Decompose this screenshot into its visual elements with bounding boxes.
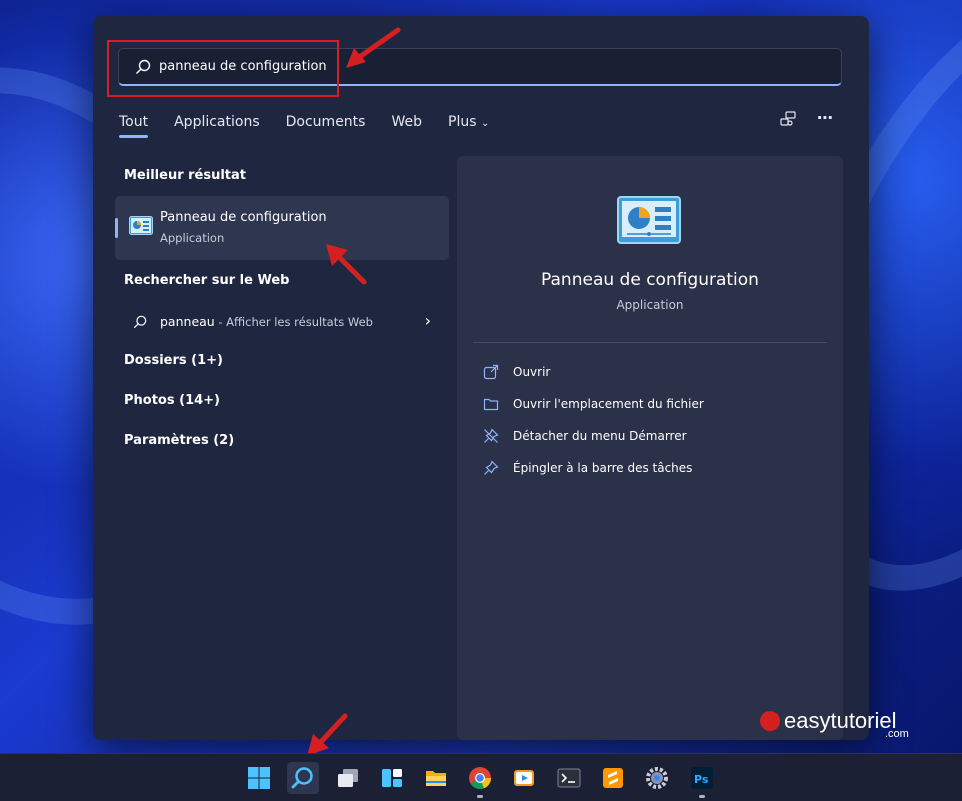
settings-button[interactable] [641,762,673,794]
file-explorer-icon [426,771,446,786]
taskbar: Ps [0,753,962,801]
more-dots-icon[interactable]: ⋯ [817,108,834,127]
pin-icon [484,460,499,475]
share-devices-icon[interactable] [779,110,797,128]
terminal-button[interactable] [553,762,585,794]
photoshop-button[interactable]: Ps [686,762,718,798]
file-explorer-button[interactable] [420,762,452,794]
chevron-down-icon: ⌄ [480,118,490,129]
filter-tabs: Tout Applications Documents Web Plus ⌄ [119,114,515,138]
task-view-button[interactable] [332,762,364,794]
search-icon [291,767,313,789]
tab-documents[interactable]: Documents [286,114,366,130]
section-folders[interactable]: Dossiers (1+) [124,353,223,368]
best-result-title: Panneau de configuration [160,210,327,225]
chrome-icon [469,767,492,790]
task-view-icon [338,769,358,787]
folder-icon [483,398,499,411]
control-panel-icon [129,216,153,235]
chevron-right-icon: › [424,311,431,330]
tab-all[interactable]: Tout [119,114,149,138]
widgets-button[interactable] [376,762,408,794]
best-result-item[interactable]: Panneau de configuration Application [115,196,449,260]
selection-bar [115,218,118,238]
media-player-button[interactable] [508,762,540,794]
section-web-search: Rechercher sur le Web [124,273,290,288]
search-icon [133,315,147,329]
tab-web[interactable]: Web [391,114,422,130]
detail-subtitle: Application [616,298,684,312]
terminal-icon [557,768,581,788]
tab-applications[interactable]: Applications [174,114,260,130]
control-panel-icon [617,196,681,244]
tab-more[interactable]: Plus ⌄ [448,114,489,130]
taskbar-search-button[interactable] [287,762,319,794]
running-indicator [699,795,705,798]
unpin-icon [484,428,499,443]
annotation-arrow [326,244,367,285]
sublime-button[interactable] [597,762,629,794]
chrome-button[interactable] [464,762,496,798]
best-result-subtitle: Application [160,231,225,245]
settings-icon [646,767,668,789]
section-photos[interactable]: Photos (14+) [124,393,220,408]
start-search-panel: panneau de configuration Tout Applicatio… [93,16,869,740]
web-search-item[interactable]: panneau - Afficher les résultats Web › [115,306,449,338]
section-best-result: Meilleur résultat [124,168,247,183]
detail-title: Panneau de configuration [541,270,759,290]
media-player-icon [514,770,534,786]
watermark: easytutoriel .com [760,708,909,740]
start-button[interactable] [243,762,275,794]
annotation-arrow [346,27,401,68]
open-external-icon [483,364,499,380]
watermark-logo-icon [760,711,780,731]
widgets-icon [382,769,402,787]
start-icon [248,767,270,789]
section-settings[interactable]: Paramètres (2) [124,433,234,448]
running-indicator [477,795,483,798]
divider [473,342,827,343]
photoshop-icon: Ps [691,767,713,789]
web-search-label: panneau - Afficher les résultats Web [160,314,373,329]
sublime-icon [603,768,623,788]
detail-pane: Panneau de configuration Application Ouv… [457,156,843,740]
svg-text:Ps: Ps [694,773,709,786]
annotation-box [107,40,339,97]
